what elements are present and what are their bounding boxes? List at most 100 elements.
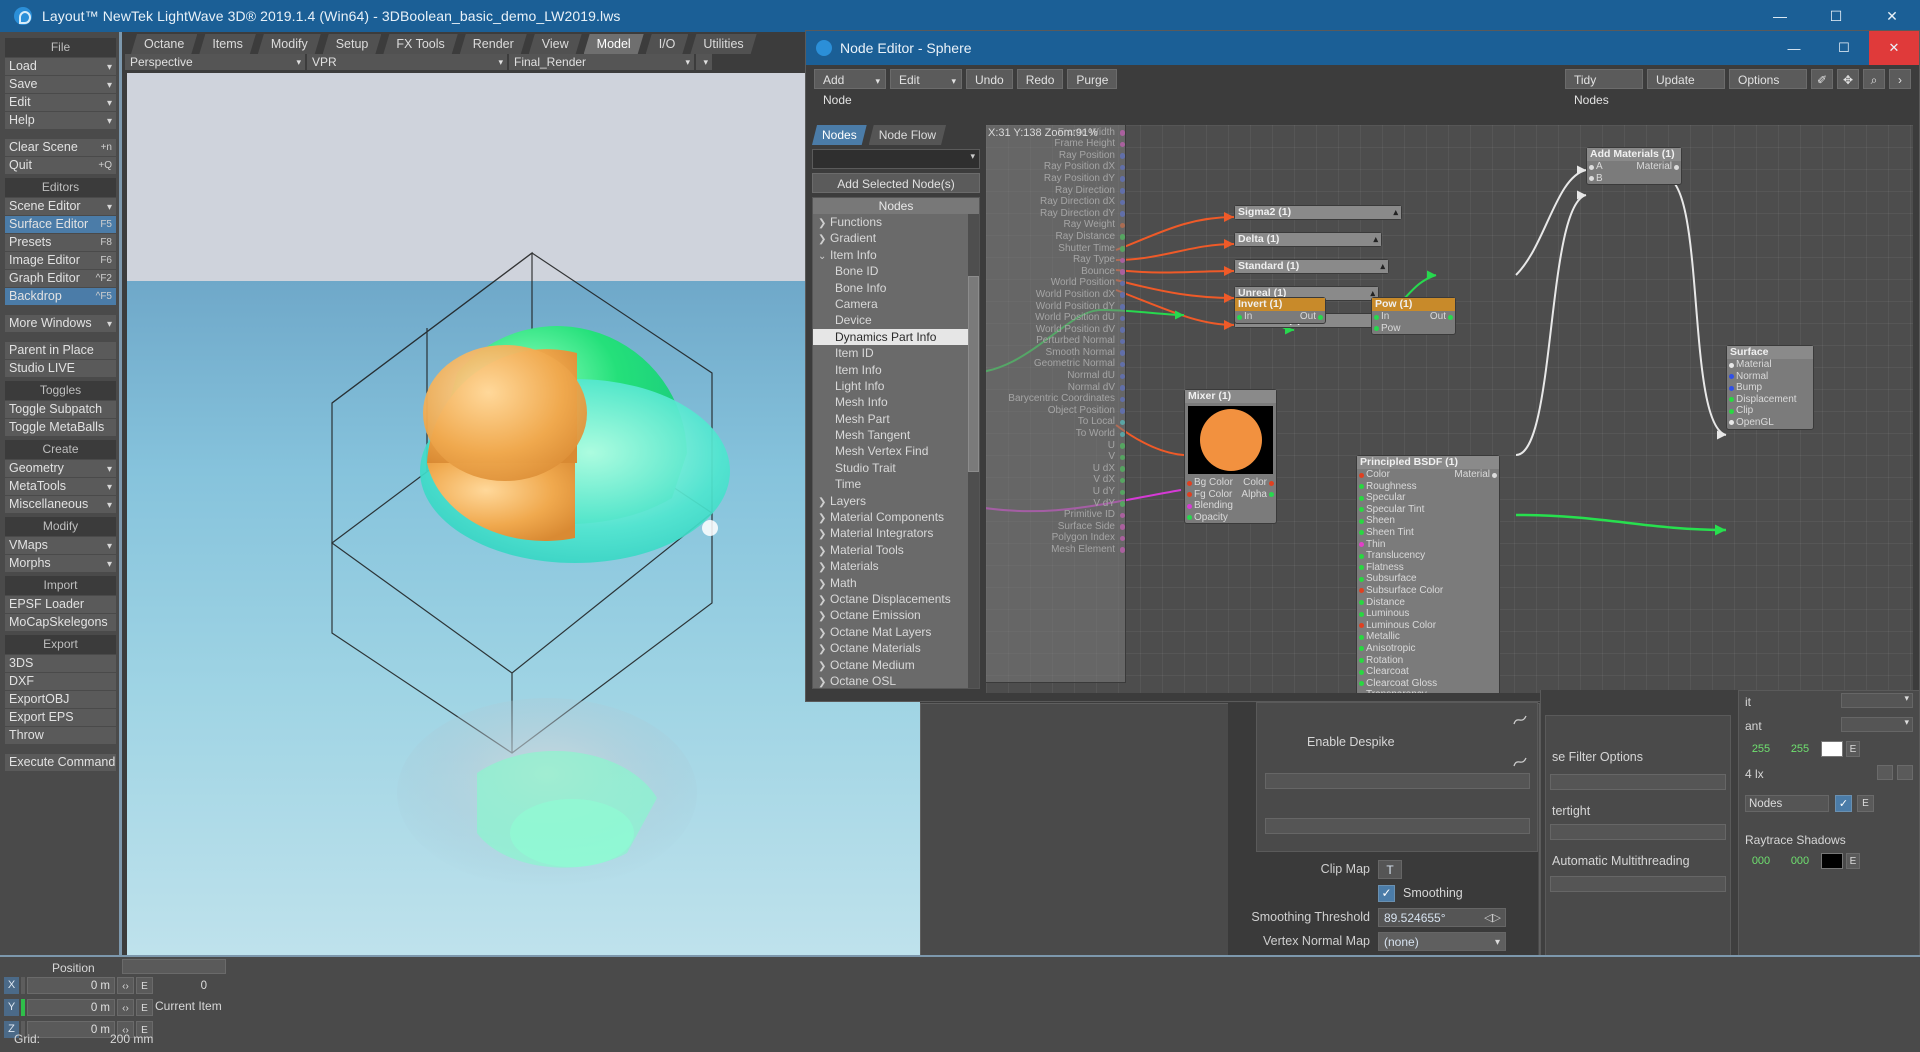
sidebar-item-epsf-loader[interactable]: EPSF Loader [5, 596, 116, 613]
axis-envelope-button[interactable]: ‹› [117, 977, 134, 994]
sidebar-item-execute-command[interactable]: Execute Command [5, 754, 116, 771]
principled-input-rows[interactable]: Roughness Specular Specular Tint Sheen Sheen… [1357, 481, 1499, 693]
mixer-row-opacity[interactable]: Opacity [1185, 512, 1276, 524]
input-row-normal-dv[interactable]: Normal dV [986, 382, 1126, 394]
input-row-v-dy[interactable]: V dY [986, 498, 1126, 510]
tree-item-mesh-vertex-find[interactable]: Mesh Vertex Find [813, 443, 979, 459]
node-toolbar-redo-button[interactable]: Redo [1016, 69, 1064, 89]
input-pin[interactable] [1359, 576, 1364, 582]
axis-row-y[interactable]: Y 0 m ‹› E [4, 999, 153, 1016]
input-pin[interactable] [1729, 362, 1734, 368]
input-pin[interactable] [1187, 515, 1192, 521]
surface-row-clip[interactable]: Clip [1727, 405, 1813, 417]
surface-row-displacement[interactable]: Displacement [1727, 394, 1813, 406]
input-pin[interactable] [1237, 314, 1242, 320]
output-pin[interactable] [1269, 492, 1274, 498]
tree-item-octane-displacements[interactable]: ❯ Octane Displacements [813, 591, 979, 607]
tree-item-math[interactable]: ❯ Math [813, 575, 979, 591]
principled-row-anisotropic[interactable]: Anisotropic [1357, 643, 1499, 655]
tree-item-item-info[interactable]: ⌄ Item Info [813, 247, 979, 263]
tree-item-mesh-part[interactable]: Mesh Part [813, 411, 979, 427]
output-pin[interactable] [1119, 385, 1125, 391]
tab-model[interactable]: Model [584, 34, 644, 54]
position-slider[interactable] [122, 959, 226, 974]
sidebar-item-studio-live[interactable]: Studio LIVE [5, 360, 116, 377]
output-pin[interactable] [1674, 164, 1679, 170]
input-pin[interactable] [1187, 480, 1192, 486]
node-standard-1-[interactable]: Standard (1) ▴ [1234, 259, 1389, 274]
input-pin[interactable] [1359, 646, 1364, 652]
tab-items[interactable]: Items [199, 34, 256, 54]
axis-envelope-button[interactable]: ‹› [117, 999, 134, 1016]
input-row-mesh-element[interactable]: Mesh Element [986, 544, 1126, 556]
output-pin[interactable] [1119, 176, 1125, 182]
output-pin[interactable] [1119, 304, 1125, 310]
input-row-geometric-normal[interactable]: Geometric Normal [986, 358, 1126, 370]
add-materials-row-a[interactable]: A Material [1587, 161, 1681, 173]
output-pin[interactable] [1119, 141, 1125, 148]
window-controls[interactable]: — ☐ ✕ [1752, 0, 1920, 32]
sidebar-item-toggle-subpatch[interactable]: Toggle Subpatch [5, 401, 116, 418]
tree-item-materials[interactable]: ❯ Materials [813, 558, 979, 574]
output-pin[interactable] [1318, 314, 1323, 320]
output-pin[interactable] [1119, 246, 1125, 252]
node-tree-scroll-thumb[interactable] [968, 276, 979, 472]
clip-map-button[interactable]: T [1378, 859, 1402, 879]
close-button[interactable]: ✕ [1864, 0, 1920, 32]
principled-row-translucency[interactable]: Translucency [1357, 550, 1499, 562]
node-category-tree[interactable]: Nodes ❯ Functions ❯ Gradient ⌄ Item Info Bone … [812, 197, 980, 689]
input-pin[interactable] [1359, 658, 1364, 663]
viewport-render-dropdown[interactable]: Final_Render ▾ [509, 54, 694, 70]
principled-row-luminous-color[interactable]: Luminous Color [1357, 620, 1499, 632]
output-pin[interactable] [1119, 512, 1125, 519]
tree-item-bone-id[interactable]: Bone ID [813, 263, 979, 279]
sidebar-item-load[interactable]: Load ▾ [5, 58, 116, 75]
axis-label-y[interactable]: Y [4, 999, 19, 1016]
node-editor-window-controls[interactable]: — ☐ ✕ [1769, 31, 1919, 65]
tree-item-octane-materials[interactable]: ❯ Octane Materials [813, 640, 979, 656]
output-pin[interactable] [1119, 280, 1125, 287]
tree-item-mesh-tangent[interactable]: Mesh Tangent [813, 427, 979, 443]
input-row-ray-position-dy[interactable]: Ray Position dY [986, 173, 1126, 185]
vertex-normal-map-row[interactable]: Vertex Normal Map (none) ▾ [1228, 930, 1538, 952]
input-pin[interactable] [1729, 420, 1734, 426]
shadow-envelope-button[interactable]: E [1846, 853, 1860, 869]
principled-row-rotation[interactable]: Rotation [1357, 655, 1499, 667]
tree-item-item-id[interactable]: Item ID [813, 345, 979, 361]
envelope-button[interactable]: E [1846, 741, 1860, 757]
node-delta-1-[interactable]: Delta (1) ▴ [1234, 232, 1382, 247]
input-pin[interactable] [1359, 600, 1364, 606]
stepper-icon[interactable]: ◁▷ [1484, 909, 1501, 928]
node-invert-in-row[interactable]: In Out [1235, 311, 1325, 323]
input-row-ray-weight[interactable]: Ray Weight [986, 219, 1126, 231]
input-row-frame-height[interactable]: Frame Height [986, 138, 1126, 150]
sidebar-item-more-windows[interactable]: More Windows ▾ [5, 315, 116, 332]
input-pin[interactable] [1359, 530, 1364, 536]
input-pin[interactable] [1359, 565, 1364, 571]
output-pin[interactable] [1119, 327, 1125, 333]
principled-row-clearcoat[interactable]: Clearcoat [1357, 666, 1499, 678]
output-pin[interactable] [1119, 361, 1125, 368]
output-pin[interactable] [1119, 477, 1125, 484]
tree-item-camera[interactable]: Camera [813, 296, 979, 312]
input-row-polygon-index[interactable]: Polygon Index [986, 532, 1126, 544]
mixer-io-rows[interactable]: Bg Color Color Fg Color Alpha Blending Opacit… [1185, 477, 1276, 523]
input-row-world-position-dx[interactable]: World Position dX [986, 289, 1126, 301]
tab-render[interactable]: Render [460, 34, 527, 54]
mixer-row-fg-color[interactable]: Fg Color Alpha [1185, 489, 1276, 501]
lx-envelope-button[interactable] [1877, 765, 1893, 780]
output-pin[interactable] [1119, 315, 1125, 322]
shadow-color-swatch[interactable] [1821, 853, 1843, 869]
output-pin[interactable] [1119, 535, 1125, 542]
sidebar-item-mocapskelegons[interactable]: MoCapSkelegons [5, 614, 116, 631]
output-pin[interactable] [1119, 199, 1125, 206]
color-row[interactable]: 255 255 E [1743, 741, 1860, 757]
tree-item-material-integrators[interactable]: ❯ Material Integrators [813, 525, 979, 541]
tertight-dropdown[interactable] [1550, 824, 1726, 840]
input-row-smooth-normal[interactable]: Smooth Normal [986, 347, 1126, 359]
principled-output-row[interactable]: Color Material [1357, 469, 1499, 481]
axis-edit-button[interactable]: E [136, 999, 153, 1016]
move-icon[interactable]: ✥ [1837, 69, 1859, 89]
smoothing-checkbox[interactable]: ✓ [1378, 884, 1395, 902]
axis-value-x[interactable]: 0 m [27, 977, 115, 994]
